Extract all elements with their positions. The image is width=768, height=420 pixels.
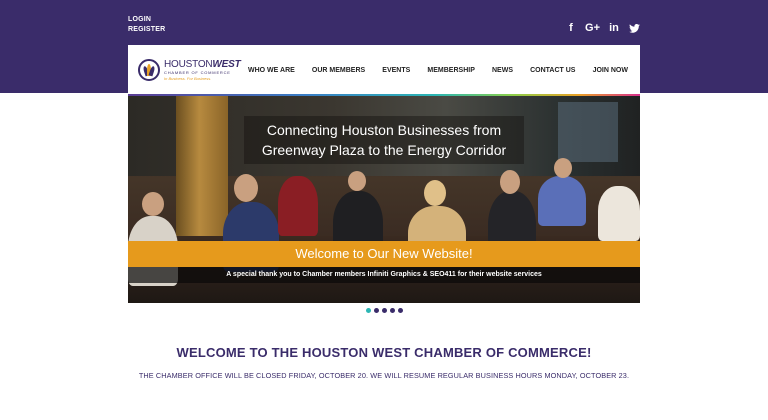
nav-events[interactable]: EVENTS [382, 67, 410, 74]
chamber-logo[interactable]: HOUSTONWEST CHAMBER OF COMMERCE In Busin… [138, 59, 242, 81]
hero-photo-window [558, 102, 618, 162]
welcome-heading: WELCOME TO THE HOUSTON WEST CHAMBER OF C… [176, 345, 592, 360]
slider-dot-4[interactable] [389, 308, 395, 313]
social-links: f G+ in [565, 22, 640, 34]
twitter-bird-shape [628, 23, 640, 33]
hero-photo-person [538, 176, 586, 226]
hero-photo-head [554, 158, 572, 178]
slider-dot-1[interactable] [365, 308, 371, 313]
hero-photo-head [500, 170, 520, 194]
hero-photo-head [424, 180, 446, 206]
register-link[interactable]: REGISTER [128, 25, 165, 35]
facebook-icon[interactable]: f [565, 22, 577, 34]
hero-photo-head [142, 192, 164, 216]
twitter-icon[interactable] [628, 23, 640, 33]
primary-menu: WHO WE ARE OUR MEMBERS EVENTS MEMBERSHIP… [242, 67, 640, 74]
hero-photo-column [176, 96, 228, 236]
linkedin-icon[interactable]: in [608, 22, 620, 34]
main-navbar: HOUSTONWEST CHAMBER OF COMMERCE In Busin… [128, 45, 640, 95]
slider-dot-5[interactable] [397, 308, 403, 313]
slider-dot-2[interactable] [373, 308, 379, 313]
hero-headline: Connecting Houston Businesses from Green… [244, 116, 524, 164]
flame-logo-icon [138, 59, 160, 81]
thanks-caption: A special thank you to Chamber members I… [128, 267, 640, 283]
auth-links: LOGIN REGISTER [128, 15, 165, 35]
logo-name-bold: WEST [212, 58, 241, 70]
nav-contact-us[interactable]: CONTACT US [530, 67, 575, 74]
slider-pagination [0, 308, 768, 313]
logo-subtitle: CHAMBER OF COMMERCE [164, 69, 231, 75]
slider-dot-3[interactable] [381, 308, 387, 313]
office-closure-notice: THE CHAMBER OFFICE WILL BE CLOSED FRIDAY… [138, 371, 630, 380]
nav-membership[interactable]: MEMBERSHIP [427, 67, 474, 74]
hero-photo-head [348, 171, 366, 191]
nav-our-members[interactable]: OUR MEMBERS [312, 67, 365, 74]
hero-photo-person [598, 186, 640, 241]
nav-news[interactable]: NEWS [492, 67, 513, 74]
hero-headline-line1: Connecting Houston Businesses from [266, 122, 502, 138]
hero-photo-person [278, 176, 318, 236]
hero-headline-line2: Greenway Plaza to the Energy Corridor [261, 142, 507, 158]
hero-slider[interactable]: Connecting Houston Businesses from Green… [128, 96, 640, 303]
logo-name-plain: HOUSTON [164, 58, 213, 70]
logo-text: HOUSTONWEST CHAMBER OF COMMERCE In Busin… [164, 58, 241, 81]
nav-join-now[interactable]: JOIN NOW [593, 67, 628, 74]
logo-tagline: In Business. For Business. [164, 75, 212, 81]
google-plus-icon[interactable]: G+ [585, 22, 600, 34]
hero-photo-head [234, 174, 258, 202]
login-link[interactable]: LOGIN [128, 15, 165, 25]
nav-who-we-are[interactable]: WHO WE ARE [248, 67, 295, 74]
welcome-banner[interactable]: Welcome to Our New Website! [128, 241, 640, 267]
